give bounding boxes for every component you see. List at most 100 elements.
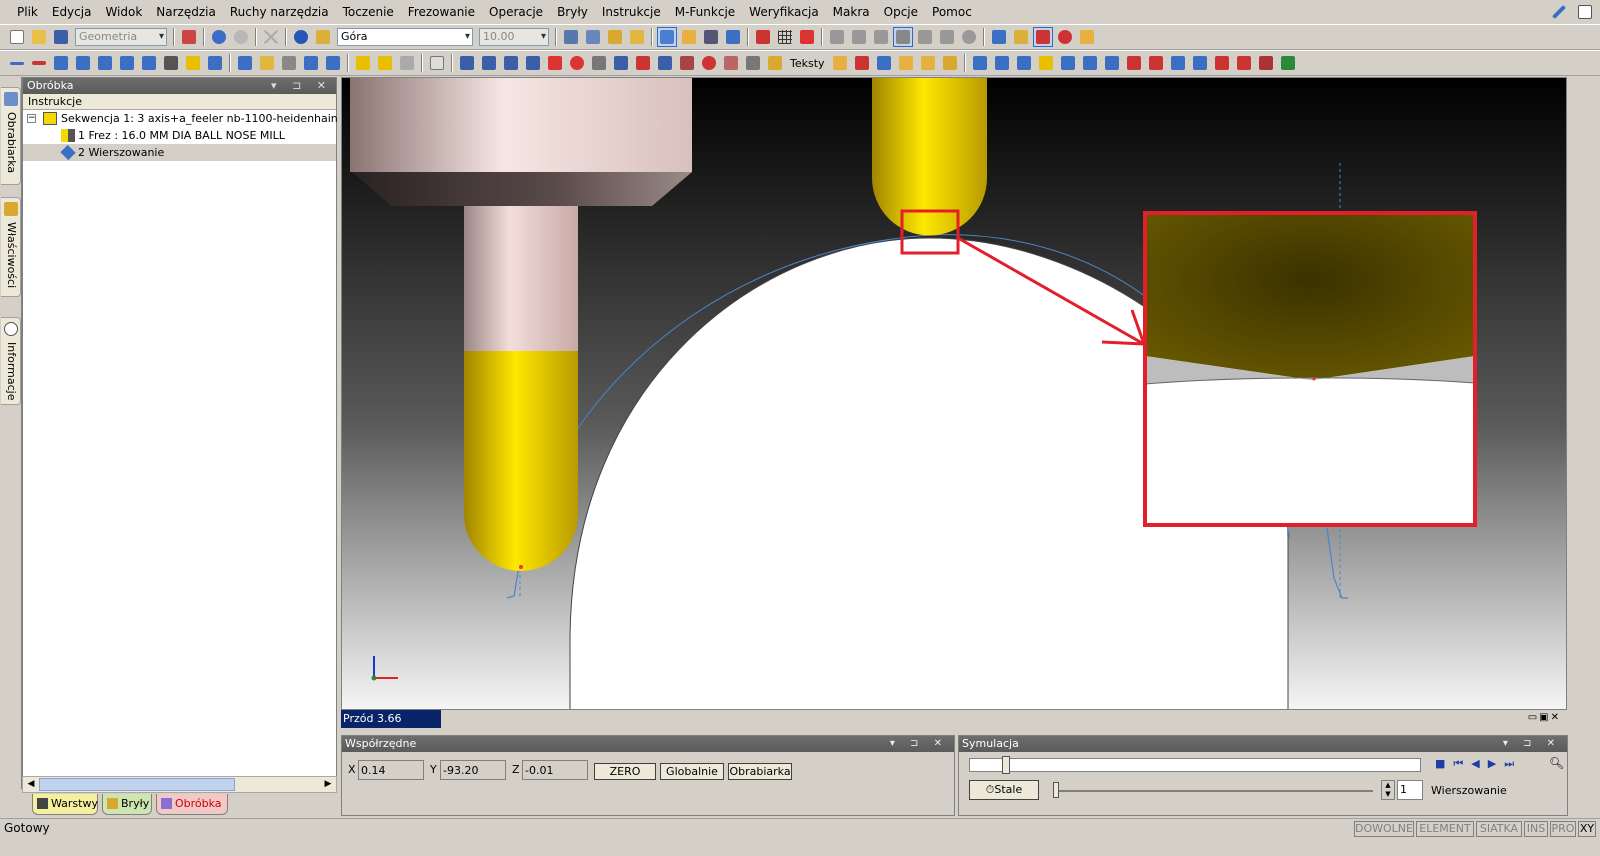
coord-z-field[interactable]: -0.01 xyxy=(522,760,588,780)
surf-4-icon[interactable] xyxy=(1036,53,1056,73)
drill-3-icon[interactable] xyxy=(279,53,299,73)
tree-item-tool[interactable]: 1 Frez : 16.0 MM DIA BALL NOSE MILL xyxy=(23,127,336,144)
value-combo[interactable]: 10.00 xyxy=(479,28,549,46)
line-step-icon[interactable] xyxy=(51,53,71,73)
surface-2-icon[interactable] xyxy=(849,27,869,47)
zoom-search-icon[interactable]: 🔍︎ xyxy=(1549,756,1564,770)
lock-icon[interactable] xyxy=(1077,27,1097,47)
menu-weryfikacja[interactable]: Weryfikacja xyxy=(742,0,826,24)
rough-1-icon[interactable] xyxy=(457,53,477,73)
scroll-thumb[interactable] xyxy=(39,778,235,791)
surf-5-icon[interactable] xyxy=(1058,53,1078,73)
tab-warstwy[interactable]: Warstwy xyxy=(32,794,98,815)
surf-8-icon[interactable] xyxy=(1124,53,1144,73)
menu-pomoc[interactable]: Pomoc xyxy=(925,0,979,24)
pen-icon[interactable] xyxy=(1549,2,1569,22)
rough-12-icon[interactable] xyxy=(699,53,719,73)
measure-icon[interactable] xyxy=(313,27,333,47)
simulation-progress-slider[interactable] xyxy=(969,756,1421,774)
layers-icon[interactable] xyxy=(753,27,773,47)
eraser-icon[interactable] xyxy=(179,27,199,47)
rotate-view-icon[interactable] xyxy=(605,27,625,47)
menu-opcje[interactable]: Opcje xyxy=(877,0,925,24)
cursor-tool-icon[interactable] xyxy=(1033,27,1053,47)
playback-controls[interactable]: ■⏮◀▶⏭ xyxy=(1435,757,1522,771)
rough-3-icon[interactable] xyxy=(501,53,521,73)
panel-horizontal-scrollbar[interactable]: ◀ ▶ xyxy=(22,776,337,793)
rough-15-icon[interactable] xyxy=(765,53,785,73)
rough-11-icon[interactable] xyxy=(677,53,697,73)
simulation-window-buttons[interactable]: ▾ ⊐ ✕ xyxy=(1503,736,1561,752)
new-file-icon[interactable] xyxy=(7,27,27,47)
machine-button[interactable]: Obrabiarka xyxy=(728,763,792,780)
progress-slider-thumb[interactable] xyxy=(1002,756,1010,774)
menu-plik[interactable]: Plik xyxy=(10,0,45,24)
surf-7-icon[interactable] xyxy=(1102,53,1122,73)
line-icon[interactable] xyxy=(7,53,27,73)
line-step2-icon[interactable] xyxy=(73,53,93,73)
menu-bryly[interactable]: Bryły xyxy=(550,0,595,24)
arrow-back-icon[interactable] xyxy=(701,27,721,47)
surface-7-icon[interactable] xyxy=(959,27,979,47)
shade-icon[interactable] xyxy=(679,27,699,47)
tab-wlasciwosci[interactable]: Właściwości xyxy=(1,197,21,297)
coord-y-field[interactable]: -93.20 xyxy=(440,760,506,780)
tree-item-sequence[interactable]: − Sekwencja 1: 3 axis+a_feeler nb-1100-h… xyxy=(23,110,383,127)
surf-2-icon[interactable] xyxy=(992,53,1012,73)
drill-5-icon[interactable] xyxy=(323,53,343,73)
surf-11-icon[interactable] xyxy=(1190,53,1210,73)
surface-1-icon[interactable] xyxy=(827,27,847,47)
snap-grid-icon[interactable] xyxy=(583,27,603,47)
status-dowolne[interactable]: DOWOLNE xyxy=(1354,821,1414,837)
step-spinner[interactable]: ▲ ▼ xyxy=(1381,780,1395,800)
nc-prog-icon[interactable] xyxy=(427,53,447,73)
rough-2-icon[interactable] xyxy=(479,53,499,73)
menu-narzedzia[interactable]: Narzędzia xyxy=(149,0,223,24)
menu-m-funkcje[interactable]: M-Funkcje xyxy=(668,0,742,24)
menu-makra[interactable]: Makra xyxy=(826,0,877,24)
rough-14-icon[interactable] xyxy=(743,53,763,73)
info-icon[interactable] xyxy=(291,27,311,47)
tab-bryly[interactable]: Bryły xyxy=(102,794,152,815)
menu-ruchy-narzedzia[interactable]: Ruchy narzędzia xyxy=(223,0,336,24)
drill-2-icon[interactable] xyxy=(257,53,277,73)
scroll-left-icon[interactable]: ◀ xyxy=(24,778,38,791)
tree-item-operation[interactable]: 2 Wierszowanie xyxy=(23,144,336,161)
menu-operacje[interactable]: Operacje xyxy=(482,0,550,24)
surf-1-icon[interactable] xyxy=(970,53,990,73)
rough-9-icon[interactable] xyxy=(633,53,653,73)
drill-1-icon[interactable] xyxy=(235,53,255,73)
collapse-icon[interactable]: − xyxy=(27,114,36,123)
geometry-combo[interactable]: Geometria xyxy=(75,28,167,46)
surf-13-icon[interactable] xyxy=(1234,53,1254,73)
grid-icon[interactable] xyxy=(775,27,795,47)
open-folder-icon[interactable] xyxy=(29,27,49,47)
save-icon[interactable] xyxy=(51,27,71,47)
view-combo[interactable]: Góra xyxy=(337,28,473,46)
surf-14-icon[interactable] xyxy=(1256,53,1276,73)
surf-12-icon[interactable] xyxy=(1212,53,1232,73)
step-value-field[interactable]: 1 xyxy=(1397,780,1423,800)
drill-4-icon[interactable] xyxy=(301,53,321,73)
menu-edycja[interactable]: Edycja xyxy=(45,0,99,24)
cube-view-icon[interactable] xyxy=(657,27,677,47)
rough-13-icon[interactable] xyxy=(721,53,741,73)
graphics-viewport[interactable] xyxy=(341,77,1567,710)
ramp-icon[interactable] xyxy=(117,53,137,73)
finish-4-icon[interactable] xyxy=(896,53,916,73)
status-ins[interactable]: INS xyxy=(1524,821,1548,837)
tab-obrabiarka[interactable]: Obrabiarka xyxy=(1,87,21,185)
arc-icon[interactable] xyxy=(95,53,115,73)
global-button[interactable]: Globalnie xyxy=(660,763,724,780)
status-element[interactable]: ELEMENT xyxy=(1416,821,1474,837)
rough-5-icon[interactable] xyxy=(545,53,565,73)
surf-6-icon[interactable] xyxy=(1080,53,1100,73)
zero-button[interactable]: ZERO xyxy=(594,763,656,780)
surface-4-icon[interactable] xyxy=(893,27,913,47)
angle-icon[interactable] xyxy=(989,27,1009,47)
pan-view-icon[interactable] xyxy=(627,27,647,47)
pocket-3-icon[interactable] xyxy=(397,53,417,73)
pocket-2-icon[interactable] xyxy=(375,53,395,73)
stale-button[interactable]: ⏱Stale xyxy=(969,780,1039,800)
finish-2-icon[interactable] xyxy=(852,53,872,73)
